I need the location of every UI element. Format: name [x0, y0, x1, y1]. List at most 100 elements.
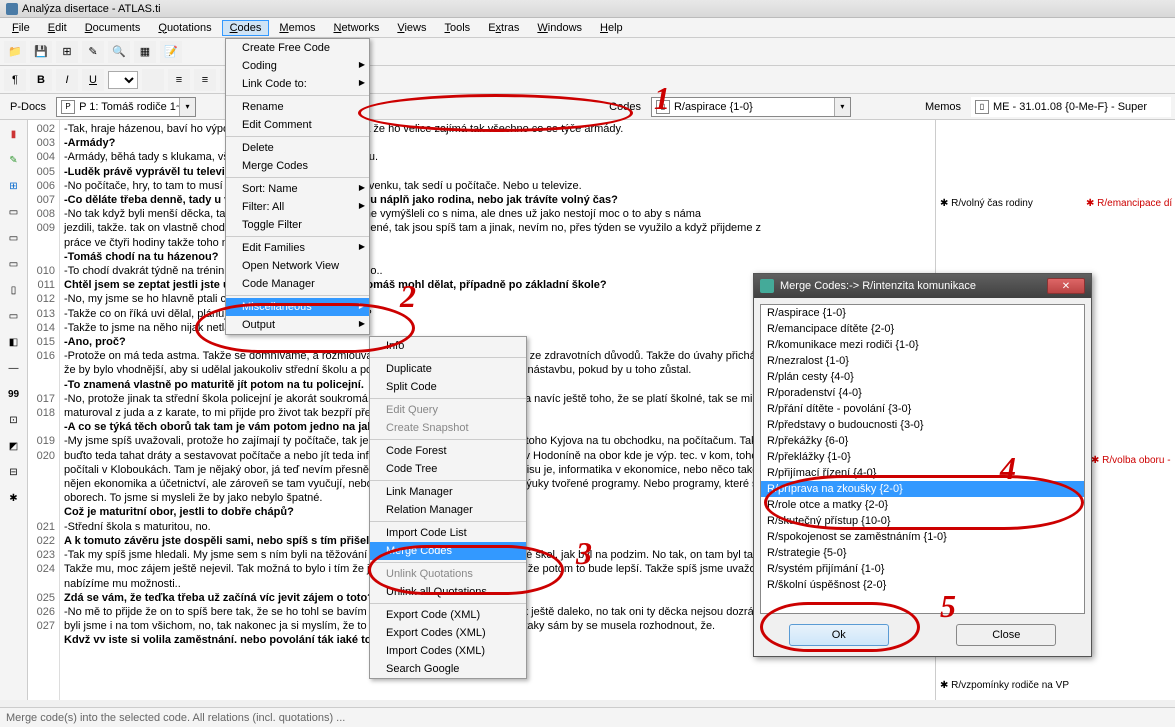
menu-tools[interactable]: Tools: [437, 20, 479, 36]
menu-item[interactable]: Output: [226, 316, 369, 334]
table-icon[interactable]: ▦: [134, 41, 156, 63]
merge-list-item[interactable]: R/aspirace {1-0}: [761, 305, 1084, 321]
search-icon[interactable]: 🔍: [108, 41, 130, 63]
font-size-select[interactable]: [108, 71, 138, 89]
menu-quotations[interactable]: Quotations: [150, 20, 219, 36]
submenu-item[interactable]: Import Codes (XML): [370, 642, 526, 660]
submenu-item[interactable]: Edit Query: [370, 401, 526, 419]
align-left-icon[interactable]: ≡: [168, 69, 190, 91]
submenu-item[interactable]: Merge Codes: [370, 542, 526, 560]
merge-list-item[interactable]: R/poradenství {4-0}: [761, 385, 1084, 401]
open-icon[interactable]: 📁: [4, 41, 26, 63]
submenu-item[interactable]: Link Manager: [370, 483, 526, 501]
menu-memos[interactable]: Memos: [271, 20, 323, 36]
menu-item[interactable]: Toggle Filter: [226, 216, 369, 234]
merge-list-item[interactable]: R/přijímací řízení {4-0}: [761, 465, 1084, 481]
tree-icon[interactable]: ⊞: [56, 41, 78, 63]
menu-windows[interactable]: Windows: [529, 20, 590, 36]
merge-list-item[interactable]: R/příprava na zkoušky {2-0}: [761, 481, 1084, 497]
tool-a[interactable]: ▮: [4, 124, 24, 144]
submenu-item[interactable]: Code Forest: [370, 442, 526, 460]
submenu-item[interactable]: Export Code (XML): [370, 606, 526, 624]
submenu-item[interactable]: Unlink Quotations: [370, 565, 526, 583]
menu-edit[interactable]: Edit: [40, 20, 75, 36]
merge-list-item[interactable]: R/strategie {5-0}: [761, 545, 1084, 561]
paragraph-icon[interactable]: ¶: [4, 69, 26, 91]
menu-item[interactable]: Code Manager: [226, 275, 369, 293]
editor-icon[interactable]: ✎: [82, 41, 104, 63]
menu-documents[interactable]: Documents: [77, 20, 149, 36]
underline-icon[interactable]: U: [82, 69, 104, 91]
menu-item[interactable]: Create Free Code: [226, 39, 369, 57]
menu-item[interactable]: Merge Codes: [226, 157, 369, 175]
tool-e[interactable]: ▭: [4, 228, 24, 248]
tool-h[interactable]: ▭: [4, 306, 24, 326]
merge-list-item[interactable]: R/spokojenost se zaměstnáním {1-0}: [761, 529, 1084, 545]
submenu-item[interactable]: Code Tree: [370, 460, 526, 478]
menu-item[interactable]: Link Code to:: [226, 75, 369, 93]
submenu-item[interactable]: Split Code: [370, 378, 526, 396]
merge-list-item[interactable]: R/školní úspěšnost {2-0}: [761, 577, 1084, 593]
merge-list-item[interactable]: R/nezralost {1-0}: [761, 353, 1084, 369]
menu-help[interactable]: Help: [592, 20, 631, 36]
merge-code-list[interactable]: R/aspirace {1-0}R/emancipace dítěte {2-0…: [760, 304, 1085, 614]
merge-list-item[interactable]: R/systém přijímání {1-0}: [761, 561, 1084, 577]
bold-icon[interactable]: B: [30, 69, 52, 91]
submenu-item[interactable]: Search Google: [370, 660, 526, 678]
merge-list-item[interactable]: R/představy o budoucnosti {3-0}: [761, 417, 1084, 433]
chevron-down-icon[interactable]: ▾: [834, 98, 850, 116]
merge-list-item[interactable]: R/komunikace mezi rodiči {1-0}: [761, 337, 1084, 353]
menu-views[interactable]: Views: [389, 20, 434, 36]
merge-list-item[interactable]: R/překážky {6-0}: [761, 433, 1084, 449]
tool-f[interactable]: ▭: [4, 254, 24, 274]
close-dialog-button[interactable]: Close: [956, 624, 1056, 646]
menu-codes[interactable]: Codes: [222, 20, 270, 36]
menu-item[interactable]: Sort: Name: [226, 180, 369, 198]
submenu-item[interactable]: Relation Manager: [370, 501, 526, 519]
tool-i[interactable]: ◧: [4, 332, 24, 352]
menu-item[interactable]: Open Network View: [226, 257, 369, 275]
menu-item[interactable]: Coding: [226, 57, 369, 75]
chevron-down-icon[interactable]: ▾: [179, 98, 195, 116]
submenu-item[interactable]: Duplicate: [370, 360, 526, 378]
menu-item[interactable]: Delete: [226, 139, 369, 157]
menu-file[interactable]: File: [4, 20, 38, 36]
menu-item[interactable]: Filter: All: [226, 198, 369, 216]
menu-item[interactable]: Rename: [226, 98, 369, 116]
margin-code[interactable]: ✱ R/volba oboru -: [1091, 455, 1171, 466]
close-button[interactable]: ✕: [1047, 278, 1085, 294]
margin-code[interactable]: ✱ R/volný čas rodiny: [940, 198, 1033, 209]
merge-list-item[interactable]: R/plán cesty {4-0}: [761, 369, 1084, 385]
menu-networks[interactable]: Networks: [325, 20, 387, 36]
tool-c[interactable]: ⊞: [4, 176, 24, 196]
pdocs-selector[interactable]: P P 1: Tomáš rodiče 1~ ▾: [56, 97, 196, 117]
tool-b[interactable]: ✎: [4, 150, 24, 170]
merge-list-item[interactable]: R/role otce a matky {2-0}: [761, 497, 1084, 513]
menu-item[interactable]: Edit Families: [226, 239, 369, 257]
tool-l[interactable]: ⊟: [4, 462, 24, 482]
submenu-item[interactable]: Unlink all Quotations: [370, 583, 526, 601]
merge-list-item[interactable]: R/skutečný přístup {10-0}: [761, 513, 1084, 529]
tool-m[interactable]: ✱: [4, 488, 24, 508]
tool-k[interactable]: ◩: [4, 436, 24, 456]
menu-item[interactable]: Edit Comment: [226, 116, 369, 134]
menu-extras[interactable]: Extras: [480, 20, 527, 36]
italic-icon[interactable]: I: [56, 69, 78, 91]
align-center-icon[interactable]: ≡: [194, 69, 216, 91]
submenu-item[interactable]: Info: [370, 337, 526, 355]
codes-selector[interactable]: ▯ R/aspirace {1-0} ▾: [651, 97, 851, 117]
menu-item[interactable]: Miscellaneous: [226, 298, 369, 316]
margin-code[interactable]: ✱ R/emancipace dí: [1086, 198, 1172, 209]
tool-g[interactable]: ▯: [4, 280, 24, 300]
font-color-icon[interactable]: [142, 69, 164, 91]
memos-selector[interactable]: ▯ ME - 31.01.08 {0-Me-F} - Super: [971, 97, 1171, 117]
merge-list-item[interactable]: R/emancipace dítěte {2-0}: [761, 321, 1084, 337]
tool-j[interactable]: ⊡: [4, 410, 24, 430]
comment-icon[interactable]: 📝: [160, 41, 182, 63]
submenu-item[interactable]: Create Snapshot: [370, 419, 526, 437]
tool-d[interactable]: ▭: [4, 202, 24, 222]
submenu-item[interactable]: Export Codes (XML): [370, 624, 526, 642]
submenu-item[interactable]: Import Code List: [370, 524, 526, 542]
merge-list-item[interactable]: R/přání dítěte - povolání {3-0}: [761, 401, 1084, 417]
merge-list-item[interactable]: R/překlážky {1-0}: [761, 449, 1084, 465]
